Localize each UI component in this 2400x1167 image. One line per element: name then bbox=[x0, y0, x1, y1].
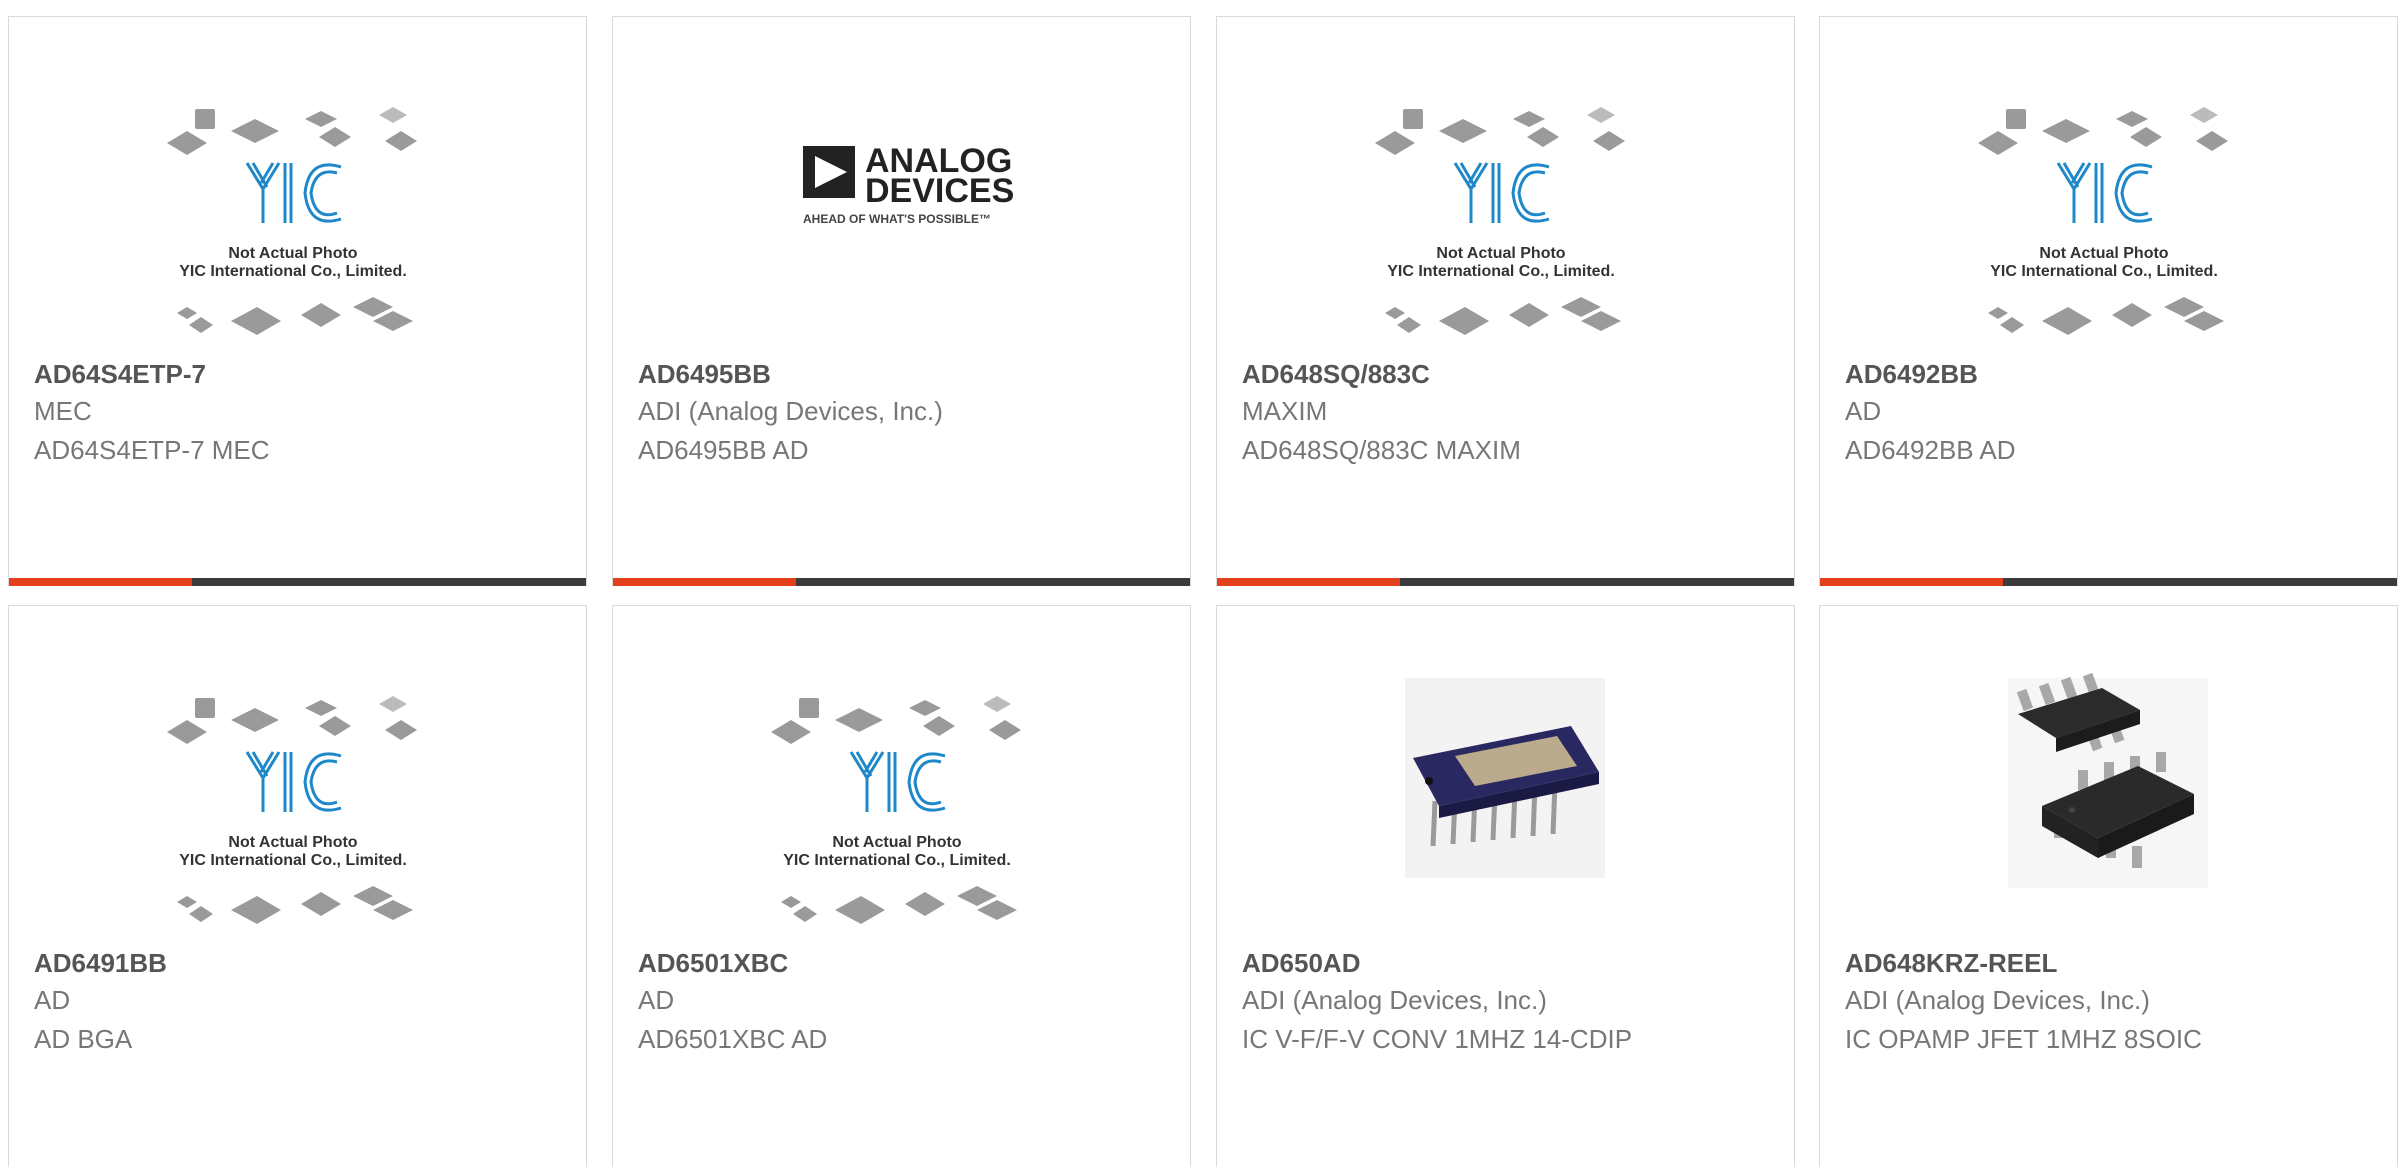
manufacturer: MAXIM bbox=[1242, 396, 1328, 426]
part-number[interactable]: AD648KRZ-REEL bbox=[1845, 948, 2057, 979]
cdip-chip-photo bbox=[1405, 678, 1605, 878]
manufacturer: AD bbox=[1845, 396, 1882, 426]
accent-bar bbox=[1820, 578, 2003, 586]
svg-text:YIC International Co., Limited: YIC International Co., Limited. bbox=[179, 852, 407, 869]
description: AD BGA bbox=[34, 1024, 133, 1054]
svg-text:DEVICES: DEVICES bbox=[865, 172, 1014, 210]
description: AD648SQ/883C MAXIM bbox=[1242, 435, 1521, 465]
svg-text:AHEAD OF WHAT'S POSSIBLE™: AHEAD OF WHAT'S POSSIBLE™ bbox=[803, 212, 991, 226]
description: IC OPAMP JFET 1MHZ 8SOIC bbox=[1845, 1024, 2202, 1054]
product-image[interactable]: Not Actual Photo YIC International Co., … bbox=[9, 606, 586, 936]
product-card[interactable]: Not Actual Photo YIC International Co., … bbox=[8, 16, 587, 586]
product-card[interactable]: AD648KRZ-REEL ADI (Analog Devices, Inc.)… bbox=[1819, 605, 2398, 1167]
product-image[interactable]: Not Actual Photo YIC International Co., … bbox=[9, 17, 586, 347]
svg-text:Not Actual Photo: Not Actual Photo bbox=[228, 245, 357, 262]
part-number[interactable]: AD64S4ETP-7 bbox=[34, 359, 206, 390]
accent-bar bbox=[9, 578, 192, 586]
product-card[interactable]: Not Actual Photo YIC International Co., … bbox=[1819, 16, 2398, 586]
accent-bar bbox=[613, 578, 796, 586]
svg-text:Not Actual Photo: Not Actual Photo bbox=[2039, 245, 2168, 262]
description: IC V-F/F-V CONV 1MHZ 14-CDIP bbox=[1242, 1024, 1633, 1054]
part-number[interactable]: AD650AD bbox=[1242, 948, 1361, 979]
description: AD64S4ETP-7 MEC bbox=[34, 435, 270, 465]
placeholder-icon: Not Actual Photo YIC International Co., … bbox=[167, 696, 417, 924]
product-image[interactable]: Not Actual Photo YIC International Co., … bbox=[1820, 17, 2397, 347]
part-number[interactable]: AD648SQ/883C bbox=[1242, 359, 1430, 390]
product-card[interactable]: Not Actual Photo YIC International Co., … bbox=[8, 605, 587, 1167]
svg-text:YIC International Co., Limited: YIC International Co., Limited. bbox=[783, 852, 1011, 869]
product-image[interactable] bbox=[1217, 606, 1794, 936]
product-card[interactable]: Not Actual Photo YIC International Co., … bbox=[612, 605, 1191, 1167]
svg-text:YIC International Co., Limited: YIC International Co., Limited. bbox=[1990, 263, 2218, 280]
description: AD6495BB AD bbox=[638, 435, 809, 465]
product-image[interactable]: Not Actual Photo YIC International Co., … bbox=[1217, 17, 1794, 347]
card-bottom-bar bbox=[1217, 578, 1794, 586]
placeholder-icon: Not Actual Photo YIC International Co., … bbox=[167, 107, 417, 335]
card-bottom-bar bbox=[613, 578, 1190, 586]
card-bottom-bar bbox=[1820, 578, 2397, 586]
accent-bar bbox=[1217, 578, 1400, 586]
product-image[interactable] bbox=[1820, 606, 2397, 936]
product-grid: Not Actual Photo YIC International Co., … bbox=[0, 0, 2400, 1167]
description: AD6492BB AD bbox=[1845, 435, 2016, 465]
soic-chip-photo bbox=[2008, 672, 2208, 888]
svg-text:YIC International Co., Limited: YIC International Co., Limited. bbox=[179, 263, 407, 280]
part-number[interactable]: AD6491BB bbox=[34, 948, 167, 979]
analog-devices-logo: ANALOG DEVICES AHEAD OF WHAT'S POSSIBLE™ bbox=[803, 142, 1014, 226]
card-bottom-bar bbox=[9, 578, 586, 586]
product-card[interactable]: Not Actual Photo YIC International Co., … bbox=[1216, 16, 1795, 586]
part-number[interactable]: AD6501XBC bbox=[638, 948, 788, 979]
manufacturer: AD bbox=[638, 985, 675, 1015]
svg-text:Not Actual Photo: Not Actual Photo bbox=[1436, 245, 1565, 262]
part-number[interactable]: AD6492BB bbox=[1845, 359, 1978, 390]
manufacturer: ADI (Analog Devices, Inc.) bbox=[638, 396, 943, 426]
placeholder-icon: Not Actual Photo YIC International Co., … bbox=[1978, 107, 2228, 335]
manufacturer: ADI (Analog Devices, Inc.) bbox=[1242, 985, 1547, 1015]
placeholder-icon: Not Actual Photo YIC International Co., … bbox=[1375, 107, 1625, 335]
product-card[interactable]: ANALOG DEVICES AHEAD OF WHAT'S POSSIBLE™… bbox=[612, 16, 1191, 586]
product-card[interactable]: AD650AD ADI (Analog Devices, Inc.) IC V-… bbox=[1216, 605, 1795, 1167]
part-number[interactable]: AD6495BB bbox=[638, 359, 771, 390]
placeholder-icon: Not Actual Photo YIC International Co., … bbox=[771, 696, 1021, 924]
svg-text:YIC International Co., Limited: YIC International Co., Limited. bbox=[1387, 263, 1615, 280]
manufacturer: ADI (Analog Devices, Inc.) bbox=[1845, 985, 2150, 1015]
product-image[interactable]: Not Actual Photo YIC International Co., … bbox=[613, 606, 1190, 936]
manufacturer: AD bbox=[34, 985, 71, 1015]
svg-text:Not Actual Photo: Not Actual Photo bbox=[228, 834, 357, 851]
manufacturer: MEC bbox=[34, 396, 92, 426]
description: AD6501XBC AD bbox=[638, 1024, 828, 1054]
svg-text:Not Actual Photo: Not Actual Photo bbox=[832, 834, 961, 851]
product-image[interactable]: ANALOG DEVICES AHEAD OF WHAT'S POSSIBLE™ bbox=[613, 17, 1190, 347]
